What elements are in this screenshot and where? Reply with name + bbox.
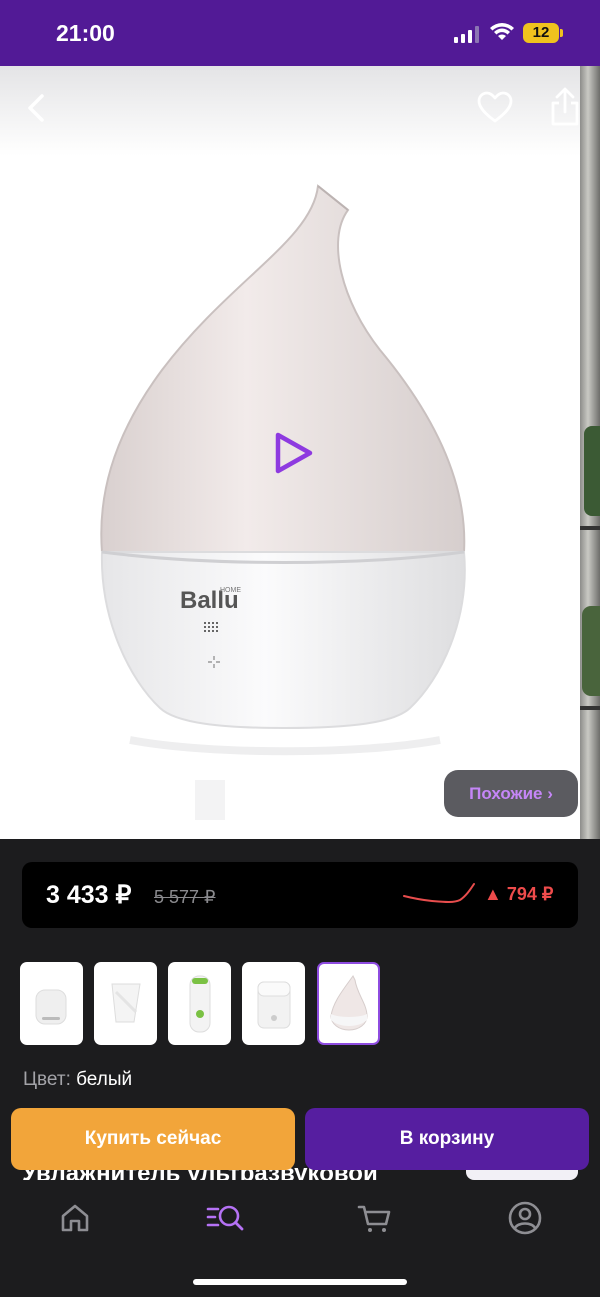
price-history-sparkline[interactable] [402,882,476,908]
similar-products-button[interactable]: Похожие › [444,770,578,817]
variant-thumb-2[interactable] [94,962,157,1045]
variant-thumb-5-selected[interactable] [317,962,380,1045]
profile-icon[interactable] [505,1198,545,1238]
color-value: белый [76,1069,133,1090]
brand-logo-sub: HOME [220,587,241,594]
back-button[interactable] [20,88,56,128]
battery-indicator: 12 [523,23,563,43]
tab-bar [0,1180,600,1297]
play-video-icon[interactable] [268,428,318,478]
catalog-search-icon[interactable] [205,1198,245,1238]
variant-thumb-1[interactable] [20,962,83,1045]
home-indicator [193,1279,407,1285]
add-to-cart-button[interactable]: В корзину [305,1108,589,1170]
price-bar[interactable]: 3 433 ₽ 5 577 ₽ ▲ 794 ₽ [22,862,578,928]
variant-thumbnails [20,962,580,1046]
share-icon[interactable] [546,86,584,128]
wifi-icon [490,23,514,40]
battery-level: 12 [532,24,550,41]
price-change: ▲ 794 ₽ [484,884,554,904]
home-icon[interactable] [55,1198,95,1238]
next-image-preview[interactable] [580,66,600,839]
buy-now-button[interactable]: Купить сейчас [11,1108,295,1170]
status-time: 21:00 [56,20,115,46]
signal-icon [454,26,479,43]
current-price: 3 433 ₽ [46,881,132,909]
status-bar: 21:00 12 [0,0,600,66]
cart-icon[interactable] [355,1198,395,1238]
color-row: Цвет: белый [23,1069,132,1091]
color-label: Цвет: [23,1069,71,1090]
product-photo: Ballu HOME [100,184,466,820]
variant-thumb-3[interactable] [168,962,231,1045]
favorite-heart-icon[interactable] [476,88,514,128]
variant-thumb-4[interactable] [242,962,305,1045]
old-price: 5 577 ₽ [154,887,216,907]
